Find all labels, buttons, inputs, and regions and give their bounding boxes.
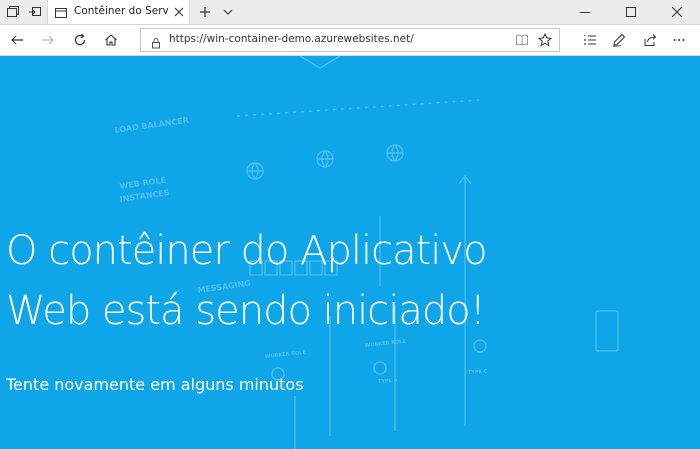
reading-view-icon[interactable] <box>511 30 533 50</box>
favorite-star-icon[interactable] <box>534 30 556 50</box>
window-close-icon[interactable] <box>654 0 700 24</box>
background-label: WORKER ROLE <box>265 350 307 360</box>
headline-line-2: Web está sendo iniciado! <box>6 288 486 334</box>
address-bar[interactable]: https://win-container-demo.azurewebsites… <box>140 28 560 52</box>
back-icon[interactable] <box>6 30 28 50</box>
pen-icon[interactable] <box>608 30 630 50</box>
navigation-bar: https://win-container-demo.azurewebsites… <box>0 25 700 56</box>
minimize-icon[interactable] <box>562 0 608 24</box>
title-bar: Contêiner do Serviço de Aplicativo <box>0 0 700 25</box>
page-content: LOAD BALANCER WEB ROLE INSTANCES MESSAGING W… <box>0 56 700 449</box>
page-subtitle: Tente novamente em alguns minutos <box>6 375 304 394</box>
page-headline: O contêiner do Aplicativo Web está sendo… <box>6 221 488 341</box>
refresh-icon[interactable] <box>69 30 91 50</box>
home-icon[interactable] <box>100 30 122 50</box>
headline-line-1: O contêiner do Aplicativo <box>6 228 488 274</box>
share-icon[interactable] <box>639 30 661 50</box>
lock-icon <box>150 34 162 49</box>
background-label: INSTANCES <box>119 188 170 204</box>
page-icon <box>54 5 68 19</box>
background-label: TYPE C <box>468 369 488 376</box>
tab-active[interactable]: Contêiner do Serviço de Aplicativo <box>47 0 190 24</box>
maximize-icon[interactable] <box>608 0 654 24</box>
more-icon[interactable] <box>668 30 690 50</box>
restore-tabs-icon[interactable] <box>26 3 44 21</box>
chevron-down-icon[interactable] <box>219 3 237 21</box>
favorites-list-icon[interactable] <box>579 30 601 50</box>
close-icon[interactable] <box>172 5 186 19</box>
url-text: https://win-container-demo.azurewebsites… <box>169 33 414 45</box>
forward-icon[interactable] <box>37 30 59 50</box>
plus-icon[interactable] <box>196 3 214 21</box>
tab-list-icon[interactable] <box>4 3 22 21</box>
background-label: LOAD BALANCER <box>114 116 189 135</box>
tab-title: Contêiner do Serviço de Aplicativo <box>74 5 168 17</box>
